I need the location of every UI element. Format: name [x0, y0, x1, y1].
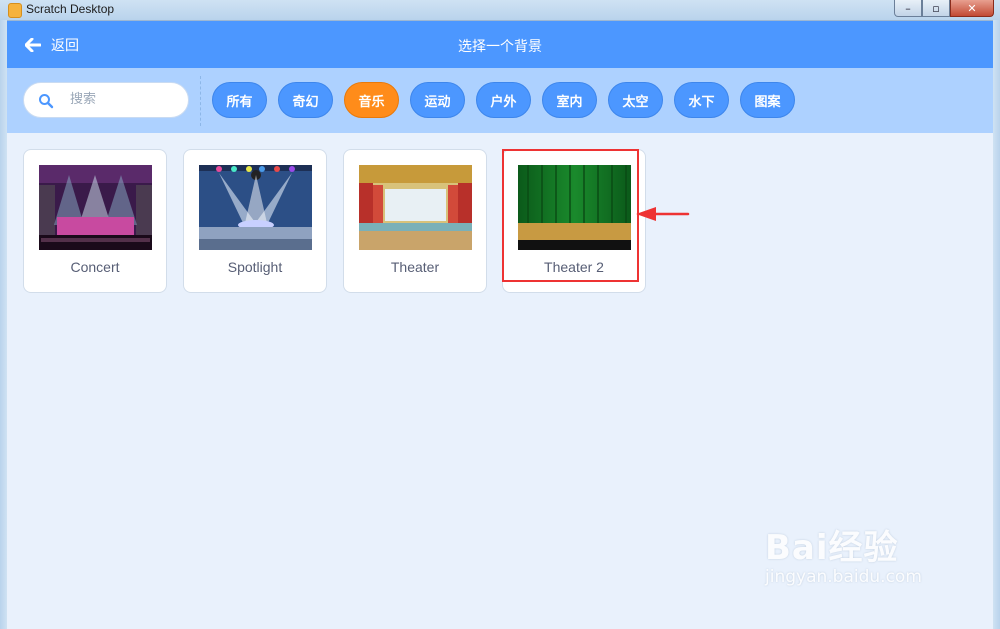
tag-space[interactable]: 太空: [608, 82, 663, 118]
backdrop-card-concert[interactable]: Concert: [23, 149, 167, 293]
backdrop-name: Spotlight: [227, 259, 283, 275]
window-frame-left: [0, 20, 7, 629]
window-frame-right: [993, 20, 1000, 629]
search-input[interactable]: [68, 91, 182, 108]
theater-thumbnail: [359, 165, 472, 250]
watermark-url: jingyan.baidu.com: [765, 567, 922, 587]
backdrop-name: Theater: [390, 259, 440, 275]
window-title: Scratch Desktop: [26, 2, 115, 16]
concert-thumbnail: [39, 165, 152, 250]
filter-bar: 所有 奇幻 音乐 运动 户外 室内 太空 水下 图案: [7, 68, 993, 133]
backdrop-name: Concert: [70, 259, 120, 275]
search-icon: [39, 94, 54, 109]
page-title: 选择一个背景: [458, 39, 542, 55]
tag-list: 所有 奇幻 音乐 运动 户外 室内 太空 水下 图案: [212, 82, 806, 118]
maximize-button[interactable]: ▫: [922, 0, 950, 17]
search-box[interactable]: [23, 82, 189, 118]
tag-all[interactable]: 所有: [212, 82, 267, 118]
close-button[interactable]: ✕: [950, 0, 994, 17]
tag-sports[interactable]: 运动: [410, 82, 465, 118]
tag-music[interactable]: 音乐: [344, 82, 399, 118]
spotlight-thumbnail: [199, 165, 312, 250]
annotation-arrow-icon: [636, 207, 690, 221]
window-titlebar: Scratch Desktop – ▫ ✕: [0, 0, 1000, 21]
tag-fantasy[interactable]: 奇幻: [278, 82, 333, 118]
tag-outdoors[interactable]: 户外: [476, 82, 531, 118]
tag-patterns[interactable]: 图案: [740, 82, 795, 118]
baidu-jingyan-watermark: Bai经验 jingyan.baidu.com: [765, 520, 922, 587]
window-controls: – ▫ ✕: [894, 0, 994, 17]
backdrop-card-spotlight[interactable]: Spotlight: [183, 149, 327, 293]
tag-underwater[interactable]: 水下: [674, 82, 729, 118]
minimize-button[interactable]: –: [894, 0, 922, 17]
library-header: 返回 选择一个背景: [7, 21, 993, 68]
scratch-app-icon: [8, 3, 22, 18]
highlight-box: [502, 149, 639, 282]
filter-divider: [200, 76, 201, 126]
watermark-brand: Bai经验: [765, 528, 899, 568]
backdrop-card-theater[interactable]: Theater: [343, 149, 487, 293]
tag-indoors[interactable]: 室内: [542, 82, 597, 118]
